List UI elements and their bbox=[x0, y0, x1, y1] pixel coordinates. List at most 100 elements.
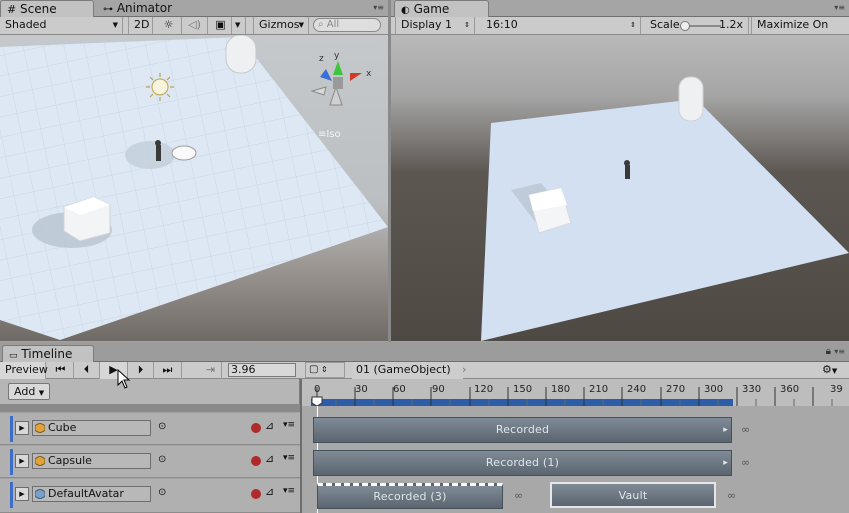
add-track-button[interactable]: Add ▼ bbox=[8, 383, 50, 400]
prev-frame-button[interactable]: ⏴︎ bbox=[74, 362, 100, 379]
curves-icon[interactable]: ⊿ bbox=[265, 452, 274, 465]
step-forward-icon: ⏵︎ bbox=[137, 363, 144, 376]
panel-menu-icon[interactable]: ▾≡ bbox=[373, 3, 384, 12]
scene-search-input[interactable]: ⌕ All bbox=[313, 18, 381, 32]
tab-scene[interactable]: # Scene bbox=[0, 0, 94, 17]
track-binding-field[interactable]: Cube bbox=[32, 420, 151, 436]
ruler-tick-label: 90 bbox=[432, 384, 445, 395]
goto-start-button[interactable]: ⏮︎ bbox=[48, 362, 74, 379]
goto-end-button[interactable]: ⏭︎ bbox=[154, 362, 182, 379]
time-ruler[interactable] bbox=[301, 379, 849, 407]
gizmo-axis-z-label: z bbox=[319, 54, 324, 64]
ruler-tick-label: 360 bbox=[780, 384, 800, 395]
track-binding-field[interactable]: Capsule bbox=[32, 453, 151, 469]
record-button[interactable] bbox=[251, 423, 261, 433]
clip-vault[interactable]: Vault bbox=[550, 482, 716, 508]
chevron-down-icon: ▼ bbox=[298, 21, 304, 29]
track-expand-toggle[interactable]: ▶ bbox=[15, 421, 29, 435]
timeline-tab-bar: ▭ Timeline 🔒︎ ▾≡ bbox=[0, 342, 849, 362]
lock-icon[interactable]: 🔒︎ bbox=[826, 346, 831, 357]
track-header-defaultavatar[interactable]: ▶ DefaultAvatar ⊙ ⊿ ▾≡ bbox=[0, 479, 300, 513]
infinity-icon: ∞ bbox=[741, 456, 751, 469]
record-button[interactable] bbox=[251, 456, 261, 466]
aspect-dropdown[interactable]: 16:10 ⇕ bbox=[481, 17, 641, 34]
timeline-icon: ▭ bbox=[9, 351, 18, 361]
chevron-updown-icon: ⇕ bbox=[630, 21, 636, 29]
track-header-divider[interactable] bbox=[300, 379, 302, 513]
gizmos-dropdown[interactable]: Gizmos ▼ bbox=[253, 17, 309, 34]
orientation-gizmo[interactable] bbox=[310, 61, 362, 106]
play-icon: ▶ bbox=[19, 424, 25, 432]
track-list-header: Add ▼ bbox=[0, 379, 300, 404]
avatar-icon bbox=[35, 489, 45, 499]
track-header-capsule[interactable]: ▶ Capsule ⊙ ⊿ ▾≡ bbox=[0, 446, 300, 478]
track-binding-label: Cube bbox=[48, 421, 77, 434]
shading-mode-dropdown[interactable]: Shaded ▼ bbox=[0, 17, 123, 34]
tab-animator[interactable]: ⊶ Animator bbox=[97, 0, 187, 17]
scene-toolbar: Shaded ▼ 2D ☼ ◁) ▣ ▼ Gizmos ▼ ⌕ All bbox=[0, 17, 388, 35]
image-icon: ▣ bbox=[215, 18, 226, 31]
panel-menu-icon[interactable]: ▾≡ bbox=[834, 347, 845, 356]
track-expand-toggle[interactable]: ▶ bbox=[15, 487, 29, 501]
effects-toggle-button[interactable]: ▣ bbox=[210, 17, 232, 34]
tab-timeline[interactable]: ▭ Timeline bbox=[2, 345, 94, 362]
ruler-ticks bbox=[311, 387, 833, 407]
curves-icon[interactable]: ⊿ bbox=[265, 485, 274, 498]
clip-recorded-3[interactable]: Recorded (3) bbox=[317, 483, 503, 509]
scene-grid-icon: # bbox=[7, 3, 17, 16]
search-placeholder: All bbox=[326, 19, 340, 30]
gizmo-axis-y-label: y bbox=[334, 51, 340, 61]
2d-toggle-label: 2D bbox=[134, 18, 150, 31]
breadcrumb[interactable]: 01 (GameObject) bbox=[352, 362, 463, 379]
timeline-selector[interactable]: ▢ ⇕ bbox=[305, 362, 345, 378]
preview-toggle[interactable]: Preview bbox=[0, 362, 48, 379]
track-list-separator bbox=[0, 404, 300, 412]
chevron-down-icon: ▼ bbox=[38, 389, 45, 397]
next-frame-button[interactable]: ⏵︎ bbox=[128, 362, 154, 379]
track-menu-icon[interactable]: ▾≡ bbox=[283, 453, 295, 463]
ruler-tick-label: 60 bbox=[393, 384, 406, 395]
clip-recorded[interactable]: Recorded ▸ bbox=[313, 417, 732, 443]
lighting-toggle-button[interactable]: ☼ bbox=[156, 17, 182, 34]
clip-label: Recorded (3) bbox=[373, 490, 447, 503]
maximize-on-play-toggle[interactable]: Maximize On Play bbox=[751, 17, 849, 47]
play-range-button[interactable]: ⇥ bbox=[200, 362, 222, 379]
clip-recorded-1[interactable]: Recorded (1) ▸ bbox=[313, 450, 732, 476]
ruler-tick-label: 120 bbox=[474, 384, 494, 395]
scene-view[interactable]: x y z ≡Iso bbox=[0, 35, 388, 341]
cube-icon bbox=[35, 423, 45, 433]
track-expand-toggle[interactable]: ▶ bbox=[15, 454, 29, 468]
2d-toggle-button[interactable]: 2D bbox=[128, 17, 153, 34]
curves-icon[interactable]: ⊿ bbox=[265, 419, 274, 432]
infinity-icon: ∞ bbox=[741, 423, 751, 436]
track-binding-field[interactable]: DefaultAvatar bbox=[32, 486, 151, 502]
track-menu-icon[interactable]: ▾≡ bbox=[283, 420, 295, 430]
time-field[interactable]: 3.96 bbox=[228, 363, 296, 377]
time-value: 3.96 bbox=[231, 363, 256, 376]
aspect-label: 16:10 bbox=[486, 18, 518, 31]
target-icon[interactable]: ⊙ bbox=[158, 454, 166, 465]
clip-end-arrow-icon: ▸ bbox=[723, 425, 728, 435]
preview-label: Preview bbox=[5, 363, 48, 376]
record-button[interactable] bbox=[251, 489, 261, 499]
clip-end-arrow-icon: ▸ bbox=[723, 458, 728, 468]
track-menu-icon[interactable]: ▾≡ bbox=[283, 486, 295, 496]
scale-slider[interactable] bbox=[680, 21, 721, 31]
game-view[interactable] bbox=[391, 35, 849, 341]
track-color-accent bbox=[10, 416, 13, 442]
timeline-settings-button[interactable]: ⚙▼ bbox=[822, 363, 837, 376]
target-icon[interactable]: ⊙ bbox=[158, 487, 166, 498]
cube-icon bbox=[35, 456, 45, 466]
effects-dropdown[interactable]: ▼ bbox=[232, 17, 246, 34]
scale-slider-thumb[interactable] bbox=[680, 21, 690, 31]
chevron-down-icon: ▼ bbox=[112, 21, 118, 29]
animator-icon: ⊶ bbox=[103, 4, 113, 15]
target-icon[interactable]: ⊙ bbox=[158, 421, 166, 432]
audio-toggle-button[interactable]: ◁) bbox=[182, 17, 208, 34]
track-header-cube[interactable]: ▶ Cube ⊙ ⊿ ▾≡ bbox=[0, 413, 300, 445]
tab-game[interactable]: ◐ Game bbox=[394, 0, 489, 17]
panel-menu-icon[interactable]: ▾≡ bbox=[834, 3, 845, 12]
infinity-icon: ∞ bbox=[514, 489, 524, 502]
display-dropdown[interactable]: Display 1 ⇕ bbox=[395, 17, 475, 34]
projection-label[interactable]: ≡Iso bbox=[318, 129, 341, 140]
